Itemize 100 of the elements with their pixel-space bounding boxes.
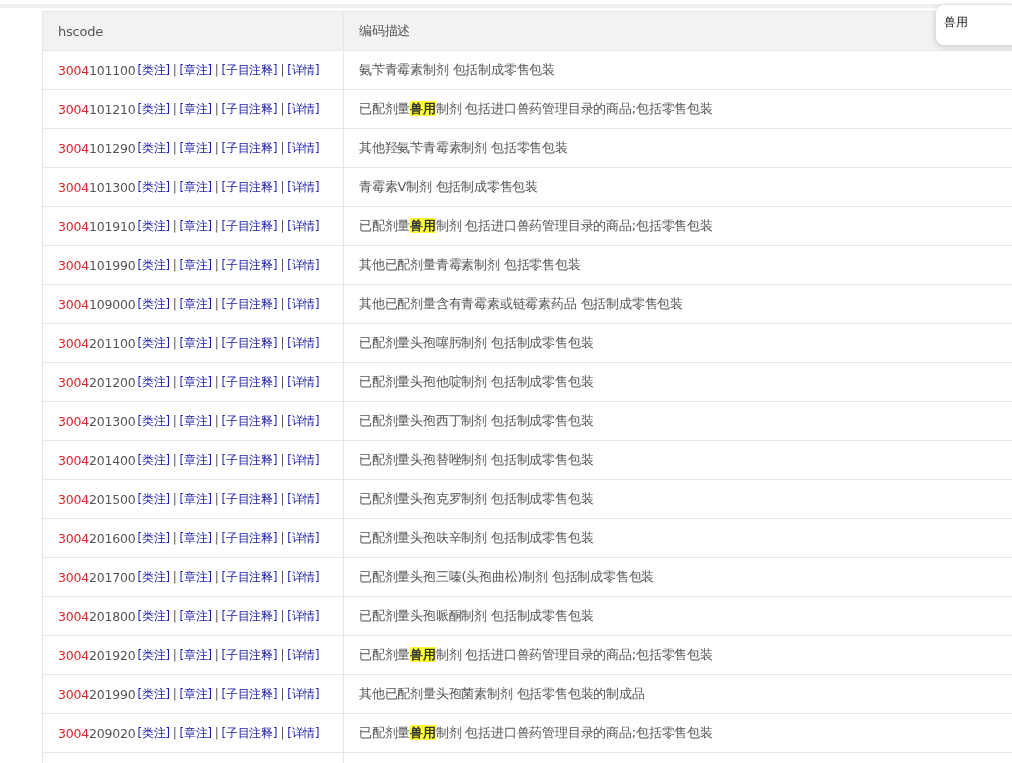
note-link[interactable]: [章注]	[179, 257, 212, 273]
note-link[interactable]: [类注]	[137, 296, 170, 312]
note-link[interactable]: [子目注释]	[221, 491, 278, 507]
note-link[interactable]: [章注]	[179, 101, 212, 117]
note-link[interactable]: [类注]	[137, 374, 170, 390]
separator-text: |	[172, 726, 177, 740]
note-link[interactable]: [类注]	[137, 140, 170, 156]
note-link[interactable]: [子目注释]	[221, 569, 278, 585]
note-link[interactable]: [详情]	[287, 608, 320, 624]
note-link[interactable]: [类注]	[137, 218, 170, 234]
separator-text: |	[280, 141, 285, 155]
separator-text: |	[214, 297, 219, 311]
note-link[interactable]: [章注]	[179, 452, 212, 468]
note-link[interactable]: [详情]	[287, 335, 320, 351]
note-link[interactable]: [章注]	[179, 491, 212, 507]
separator-text: |	[172, 609, 177, 623]
note-link[interactable]: [章注]	[179, 686, 212, 702]
hs-code: 3004201600	[58, 530, 136, 546]
note-link[interactable]: [子目注释]	[221, 647, 278, 663]
note-link[interactable]: [章注]	[179, 530, 212, 546]
note-link[interactable]: [类注]	[137, 257, 170, 273]
note-link[interactable]: [章注]	[179, 374, 212, 390]
separator-text: |	[280, 492, 285, 506]
separator-text: |	[280, 336, 285, 350]
note-link[interactable]: [子目注释]	[221, 452, 278, 468]
note-link[interactable]: [子目注释]	[221, 530, 278, 546]
separator-text: |	[280, 219, 285, 233]
note-link[interactable]: [类注]	[137, 335, 170, 351]
note-link[interactable]: [子目注释]	[221, 179, 278, 195]
note-link[interactable]: [章注]	[179, 413, 212, 429]
note-link[interactable]: [类注]	[137, 686, 170, 702]
note-link[interactable]: [子目注释]	[221, 218, 278, 234]
description-text: 已配剂量头孢克罗制剂 包括制成零售包装	[359, 490, 594, 508]
note-link[interactable]: [子目注释]	[221, 413, 278, 429]
note-link[interactable]: [章注]	[179, 647, 212, 663]
note-link[interactable]: [章注]	[179, 569, 212, 585]
hs-code: 3004201200	[58, 374, 136, 390]
note-link[interactable]: [子目注释]	[221, 296, 278, 312]
hs-code: 3004201400	[58, 452, 136, 468]
note-link[interactable]: [类注]	[137, 413, 170, 429]
note-link[interactable]: [章注]	[179, 725, 212, 741]
separator-text: |	[172, 648, 177, 662]
note-link[interactable]: [类注]	[137, 530, 170, 546]
note-link[interactable]: [章注]	[179, 62, 212, 78]
note-link[interactable]: [类注]	[137, 569, 170, 585]
note-link[interactable]: [子目注释]	[221, 374, 278, 390]
note-link[interactable]: [详情]	[287, 413, 320, 429]
separator-text: |	[214, 180, 219, 194]
note-link[interactable]: [详情]	[287, 569, 320, 585]
note-link[interactable]: [详情]	[287, 686, 320, 702]
note-link[interactable]: [详情]	[287, 452, 320, 468]
note-link[interactable]: [子目注释]	[221, 608, 278, 624]
hs-code: 3004101210	[58, 101, 136, 117]
hs-code: 3004109000	[58, 296, 136, 312]
note-link[interactable]: [详情]	[287, 647, 320, 663]
note-link[interactable]: [类注]	[137, 62, 170, 78]
note-link[interactable]: [子目注释]	[221, 62, 278, 78]
note-link[interactable]: [详情]	[287, 296, 320, 312]
note-link[interactable]: [子目注释]	[221, 335, 278, 351]
separator-text: |	[280, 726, 285, 740]
note-link[interactable]: [类注]	[137, 179, 170, 195]
note-link[interactable]: [详情]	[287, 257, 320, 273]
separator-text: |	[214, 102, 219, 116]
separator-text: |	[280, 414, 285, 428]
note-link[interactable]: [详情]	[287, 140, 320, 156]
note-link[interactable]: [子目注释]	[221, 257, 278, 273]
separator-text: |	[280, 102, 285, 116]
hs-code: 3004201920	[58, 647, 136, 663]
separator-text: |	[214, 219, 219, 233]
note-link[interactable]: [章注]	[179, 179, 212, 195]
separator-text: |	[172, 531, 177, 545]
note-link[interactable]: [详情]	[287, 101, 320, 117]
note-link[interactable]: [详情]	[287, 62, 320, 78]
note-link[interactable]: [类注]	[137, 647, 170, 663]
note-link[interactable]: [类注]	[137, 608, 170, 624]
note-link[interactable]: [章注]	[179, 335, 212, 351]
hs-code: 3004201300	[58, 413, 136, 429]
note-link[interactable]: [章注]	[179, 296, 212, 312]
note-link[interactable]: [详情]	[287, 530, 320, 546]
note-link[interactable]: [章注]	[179, 218, 212, 234]
description-text: 已配剂量头孢噻肟制剂 包括制成零售包装	[359, 334, 594, 352]
note-link[interactable]: [章注]	[179, 608, 212, 624]
note-link[interactable]: [类注]	[137, 452, 170, 468]
description-text: 其他已配剂量头孢菌素制剂 包括零售包装的制成品	[359, 685, 645, 703]
note-link[interactable]: [子目注释]	[221, 101, 278, 117]
note-link[interactable]: [详情]	[287, 218, 320, 234]
note-link[interactable]: [详情]	[287, 725, 320, 741]
note-link[interactable]: [详情]	[287, 374, 320, 390]
note-link[interactable]: [类注]	[137, 725, 170, 741]
note-link[interactable]: [子目注释]	[221, 686, 278, 702]
note-link[interactable]: [类注]	[137, 101, 170, 117]
hs-code: 3004101100	[58, 62, 136, 78]
description-text: 氨苄青霉素制剂 包括制成零售包装	[359, 61, 555, 79]
hs-code: 3004201100	[58, 335, 136, 351]
note-link[interactable]: [类注]	[137, 491, 170, 507]
note-link[interactable]: [子目注释]	[221, 140, 278, 156]
note-link[interactable]: [详情]	[287, 491, 320, 507]
note-link[interactable]: [章注]	[179, 140, 212, 156]
note-link[interactable]: [详情]	[287, 179, 320, 195]
note-link[interactable]: [子目注释]	[221, 725, 278, 741]
